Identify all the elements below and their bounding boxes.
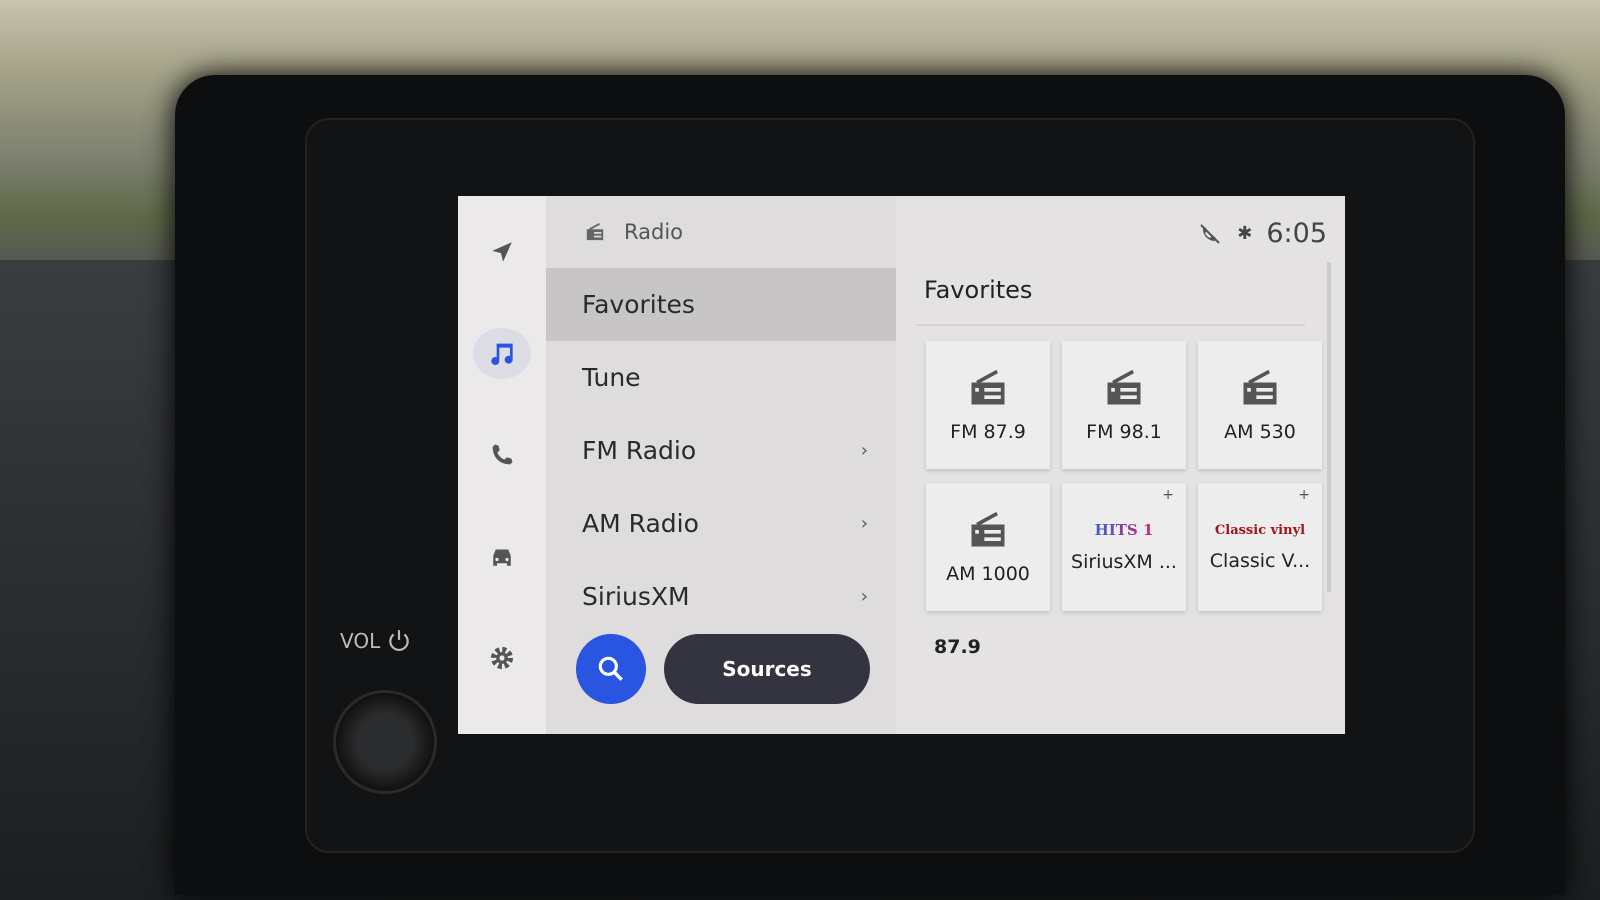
tile-label: AM 1000: [946, 563, 1030, 585]
rail-vehicle[interactable]: [473, 531, 531, 583]
search-icon: [598, 656, 623, 681]
menu-item-label: Favorites: [582, 290, 695, 319]
classic-vinyl-logo: Classic vinyl: [1214, 522, 1306, 538]
menu-item-label: SiriusXM: [582, 582, 690, 611]
sources-button[interactable]: Sources: [664, 634, 870, 704]
tile-label: FM 87.9: [950, 421, 1026, 443]
bluetooth-icon: ✱: [1237, 223, 1253, 244]
menu-header: Radio: [546, 196, 896, 268]
chevron-right-icon: ›: [860, 440, 868, 461]
tile-label: FM 98.1: [1086, 421, 1162, 443]
gear-icon: [490, 647, 514, 670]
menu-item-tune[interactable]: Tune: [546, 341, 896, 414]
menu-item-am-radio[interactable]: AM Radio ›: [546, 487, 896, 560]
volume-power-label: VOL: [340, 628, 412, 654]
menu-item-label: FM Radio: [582, 436, 697, 465]
add-icon[interactable]: +: [1298, 487, 1310, 503]
tile-label: AM 530: [1224, 421, 1296, 443]
favorites-panel: ✱ 6:05 Favorites FM 87.9 FM 98.1 AM 530 …: [896, 196, 1345, 734]
clock: 6:05: [1266, 218, 1327, 249]
radio-icon: [971, 369, 1005, 405]
favorite-tile[interactable]: + Classic vinyl Classic V...: [1198, 483, 1322, 611]
radio-icon: [1107, 369, 1141, 405]
rail-navigation[interactable]: [473, 226, 531, 278]
chevron-right-icon: ›: [860, 513, 868, 534]
menu-item-fm-radio[interactable]: FM Radio ›: [546, 414, 896, 487]
radio-icon: [971, 511, 1005, 547]
status-bar: ✱ 6:05: [1197, 218, 1327, 249]
menu-item-label: AM Radio: [582, 509, 699, 538]
bottom-actions: Sources: [576, 634, 870, 704]
divider: [916, 324, 1305, 326]
menu-item-favorites[interactable]: Favorites: [546, 268, 896, 341]
favorite-tile[interactable]: + HITS 1 SiriusXM ...: [1062, 483, 1186, 611]
favorite-tile[interactable]: AM 1000: [926, 483, 1050, 611]
power-icon: [389, 630, 409, 652]
rail-phone[interactable]: [473, 429, 531, 481]
rail-media[interactable]: [473, 327, 531, 380]
chevron-right-icon: ›: [860, 586, 868, 607]
volume-knob[interactable]: [333, 690, 437, 794]
vol-label: VOL: [340, 629, 381, 653]
favorite-tile[interactable]: FM 98.1: [1062, 341, 1186, 469]
phone-no-signal-icon: [1200, 223, 1220, 244]
tile-label: Classic V...: [1209, 549, 1311, 572]
scrollbar[interactable]: [1327, 262, 1331, 592]
radio-icon: [586, 223, 604, 241]
radio-menu: Radio Favorites Tune FM Radio › AM Radio ›…: [546, 196, 896, 734]
search-button[interactable]: [576, 634, 646, 704]
tile-label: SiriusXM ...: [1071, 551, 1177, 573]
radio-icon: [1243, 369, 1277, 405]
hits1-logo: HITS 1: [1094, 521, 1154, 539]
now-playing-frequency: 87.9: [934, 636, 981, 658]
add-icon[interactable]: +: [1162, 487, 1174, 503]
music-note-icon: [491, 344, 513, 366]
favorites-grid: FM 87.9 FM 98.1 AM 530 AM 1000 + HITS 1 …: [926, 341, 1322, 611]
favorites-title: Favorites: [924, 276, 1033, 304]
car-icon: [493, 549, 511, 566]
menu-item-label: Tune: [582, 363, 641, 392]
infotainment-screen: Radio Favorites Tune FM Radio › AM Radio ›…: [458, 196, 1345, 734]
favorite-tile[interactable]: AM 530: [1198, 341, 1322, 469]
navigation-arrow-icon: [492, 242, 512, 262]
menu-title: Radio: [624, 220, 684, 244]
phone-icon: [492, 444, 513, 465]
menu-item-siriusxm[interactable]: SiriusXM ›: [546, 560, 896, 633]
favorite-tile[interactable]: FM 87.9: [926, 341, 1050, 469]
app-rail: [458, 196, 546, 734]
rail-settings[interactable]: [473, 632, 531, 684]
